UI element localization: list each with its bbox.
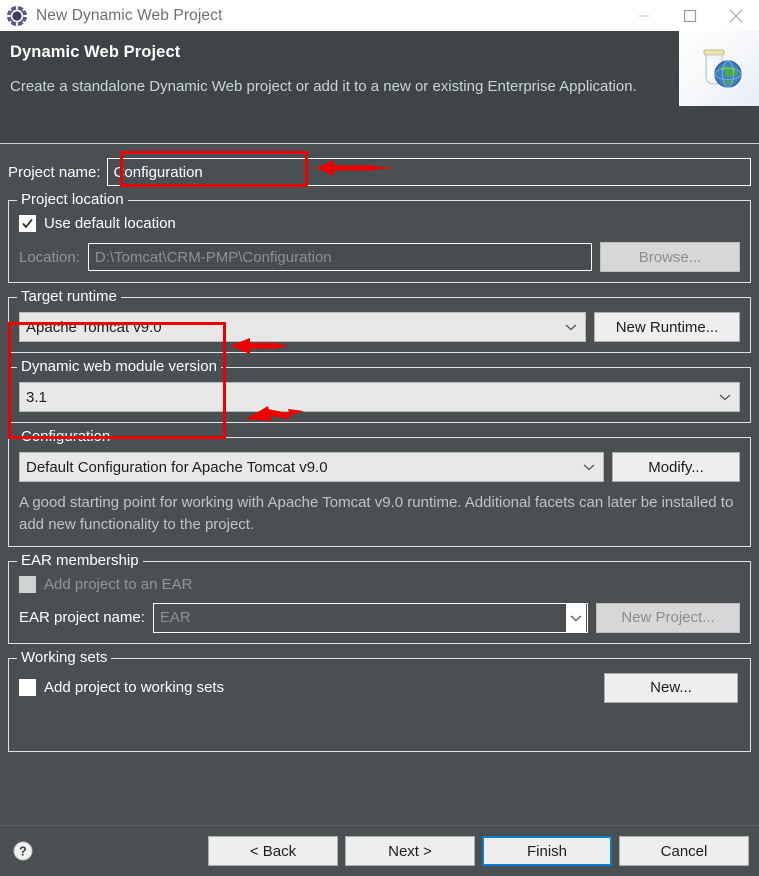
new-project-button: New Project... <box>596 602 740 633</box>
project-name-input[interactable] <box>106 158 751 186</box>
project-location-group: Project location Use default location Lo… <box>8 191 751 283</box>
ear-project-name-select: EAR <box>152 602 588 633</box>
project-name-label: Project name: <box>8 163 101 181</box>
svg-text:?: ? <box>19 845 27 859</box>
chevron-down-icon <box>717 393 733 401</box>
close-icon[interactable] <box>713 0 759 31</box>
minimize-icon[interactable] <box>621 0 667 31</box>
next-button[interactable]: Next > <box>345 836 475 866</box>
window-title: New Dynamic Web Project <box>36 6 223 24</box>
new-runtime-button-label: New Runtime... <box>615 318 719 336</box>
module-version-value: 3.1 <box>26 388 47 406</box>
chevron-down-icon <box>563 323 579 331</box>
modify-button-label: Modify... <box>648 458 704 476</box>
module-version-select[interactable]: 3.1 <box>19 382 740 412</box>
chevron-down-icon <box>581 463 597 471</box>
location-label: Location: <box>19 248 80 266</box>
use-default-location-label: Use default location <box>44 215 176 232</box>
location-input <box>87 243 592 271</box>
target-runtime-value: Apache Tomcat v9.0 <box>26 318 162 336</box>
configuration-value: Default Configuration for Apache Tomcat … <box>26 458 328 476</box>
target-runtime-select[interactable]: Apache Tomcat v9.0 <box>19 312 586 342</box>
browse-button: Browse... <box>600 242 740 272</box>
add-project-to-working-sets-checkbox[interactable] <box>19 679 36 696</box>
chevron-down-icon <box>566 603 586 632</box>
new-runtime-button[interactable]: New Runtime... <box>594 312 740 342</box>
working-sets-legend: Working sets <box>17 648 112 666</box>
page-title: Dynamic Web Project <box>10 43 181 61</box>
configuration-legend: Configuration <box>17 428 115 445</box>
module-version-row: 3.1 <box>19 382 740 412</box>
window-controls <box>621 0 759 31</box>
footer-buttons: < Back Next > Finish Cancel <box>201 836 759 866</box>
wizard-header: Dynamic Web Project Create a standalone … <box>0 31 759 144</box>
page-description: Create a standalone Dynamic Web project … <box>10 78 637 95</box>
eclipse-gear-icon <box>6 5 28 27</box>
working-sets-group: Working sets Add project to working sets… <box>8 648 751 752</box>
target-runtime-row: Apache Tomcat v9.0 New Runtime... <box>19 312 740 342</box>
back-button[interactable]: < Back <box>208 836 338 866</box>
ear-membership-group: EAR membership Add project to an EAR EAR… <box>8 551 751 644</box>
new-working-set-button-label: New... <box>650 679 692 696</box>
add-to-working-sets-row: Add project to working sets New... <box>19 672 740 703</box>
next-button-label: Next > <box>388 842 432 860</box>
wizard-body: Project name: Project location Use defau… <box>0 144 759 840</box>
title-bar: New Dynamic Web Project <box>0 0 759 31</box>
add-project-to-ear-checkbox <box>19 575 36 593</box>
configuration-group: Configuration Default Configuration for … <box>8 428 751 547</box>
help-question-icon[interactable]: ? <box>12 840 34 862</box>
finish-button-label: Finish <box>526 842 567 860</box>
use-default-location-row[interactable]: Use default location <box>19 215 740 232</box>
wizard-footer: ? < Back Next > Finish Cancel <box>0 825 759 876</box>
location-row: Location: Browse... <box>19 242 740 272</box>
add-to-ear-row: Add project to an EAR <box>19 575 740 593</box>
add-project-to-working-sets-label: Add project to working sets <box>44 679 225 696</box>
cancel-button[interactable]: Cancel <box>619 836 749 866</box>
ear-project-name-label: EAR project name: <box>19 609 145 626</box>
project-location-legend: Project location <box>17 191 128 208</box>
finish-button[interactable]: Finish <box>482 836 612 866</box>
modify-button[interactable]: Modify... <box>612 452 740 482</box>
new-working-set-button[interactable]: New... <box>604 672 738 703</box>
back-button-label: < Back <box>249 842 297 860</box>
ear-membership-legend: EAR membership <box>17 551 143 569</box>
module-version-legend: Dynamic web module version <box>17 358 221 375</box>
add-project-to-ear-label: Add project to an EAR <box>44 575 193 593</box>
configuration-select[interactable]: Default Configuration for Apache Tomcat … <box>19 452 604 482</box>
ear-project-name-value: EAR <box>159 609 191 626</box>
ear-project-name-row: EAR project name: EAR New Project... <box>19 602 740 633</box>
target-runtime-group: Target runtime Apache Tomcat v9.0 New Ru… <box>8 288 751 353</box>
module-version-group: Dynamic web module version 3.1 <box>8 358 751 423</box>
target-runtime-legend: Target runtime <box>17 288 121 305</box>
project-name-row: Project name: <box>8 158 751 186</box>
use-default-location-checkbox[interactable] <box>19 215 36 232</box>
cancel-button-label: Cancel <box>660 842 708 860</box>
configuration-row: Default Configuration for Apache Tomcat … <box>19 452 740 482</box>
jar-globe-icon <box>679 31 759 106</box>
maximize-icon[interactable] <box>667 0 713 31</box>
configuration-description: A good starting point for working with A… <box>19 494 734 533</box>
